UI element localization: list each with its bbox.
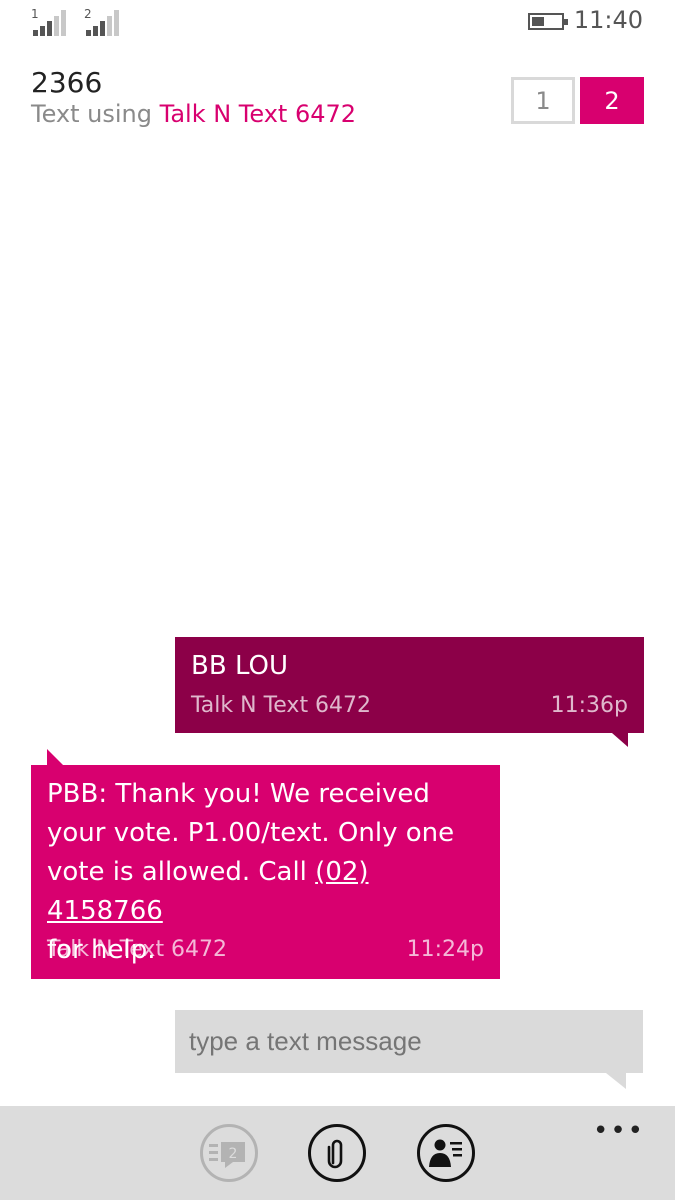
received-line-3-prefix: vote is allowed. Call [47,857,316,887]
message-input[interactable] [175,1010,643,1073]
sim2-signal-icon: 2 [84,8,128,36]
compose-tail [606,1073,626,1089]
received-line-1: PBB: Thank you! We received [47,779,430,809]
sent-message-time: 11:36p [550,693,628,718]
send-sim2-icon: 2 [209,1142,245,1168]
sim1-button[interactable]: 1 [511,77,575,124]
sent-message-sim: Talk N Text 6472 [191,693,372,718]
sim1-signal-icon: 1 [31,8,75,36]
received-message-meta: Talk N Text 6472 11:24p [47,937,484,962]
sending-sim-name[interactable]: Talk N Text 6472 [160,100,356,128]
sent-bubble-tail [612,733,628,747]
more-options-icon[interactable]: ••• [593,1116,645,1146]
received-line-2: your vote. P1.00/text. Only one [47,818,455,848]
attach-button[interactable] [308,1124,366,1182]
contact-card-icon [429,1139,462,1167]
received-bubble-tail [47,749,63,765]
sim2-button[interactable]: 2 [580,77,644,124]
sent-message-meta: Talk N Text 6472 11:36p [191,693,628,718]
battery-icon [528,13,568,30]
received-message-bubble[interactable]: PBB: Thank you! We received your vote. P… [31,749,500,979]
paperclip-icon [327,1139,343,1169]
received-message-time: 11:24p [406,937,484,962]
sim2-signal-label: 2 [84,7,92,21]
sent-message-text: BB LOU [191,651,288,681]
status-bar: 1 2 11:40 [0,0,675,44]
received-line-3: vote is allowed. Call (02) 4158766 [47,853,484,931]
send-button[interactable]: 2 [200,1124,258,1182]
send-sim-badge: 2 [229,1146,238,1162]
clock: 11:40 [573,6,643,34]
contact-name[interactable]: 2366 [31,66,102,99]
received-message-sim: Talk N Text 6472 [47,937,228,962]
sending-sim-line: Text using Talk N Text 6472 [31,100,356,128]
sim1-signal-label: 1 [31,7,39,21]
sent-message-bubble[interactable]: BB LOU Talk N Text 6472 11:36p [175,637,644,747]
app-bar: 2 ••• [0,1106,675,1200]
attach-contact-button[interactable] [417,1124,475,1182]
sending-sim-prefix: Text using [31,100,160,128]
